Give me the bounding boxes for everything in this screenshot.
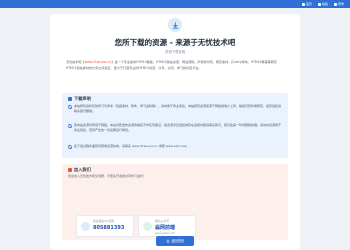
join-us-box: 加入我们 欢迎加入无忧技术吧交流群，与更多开发者共同学习进步！ 商业联系QQ号码… (62, 164, 288, 240)
user-icon (333, 2, 337, 6)
check-circle-icon (68, 104, 72, 109)
intro-site-link[interactable]: www.51wuyou.cc (85, 60, 112, 64)
notice-item-text: 本站所有资料仅供学习与参考（包括素材、软件、学习资料等），请勿用于商业用途。本站… (74, 104, 282, 114)
nav-item-templates[interactable]: 模板 (317, 1, 328, 6)
contact-label: 商业联系QQ号码 (93, 219, 115, 223)
nav-item-login[interactable]: 登录 (333, 1, 344, 6)
back-home-button[interactable]: 返回首页 (156, 236, 194, 246)
download-icon (168, 18, 182, 32)
grid-icon (317, 2, 321, 6)
info-icon (68, 96, 72, 101)
join-heading: 加入我们 (74, 167, 91, 172)
nav-label-templates: 模板 (321, 1, 328, 6)
page-subtitle: 资源下载说明 (164, 50, 186, 54)
contact-label: 微信公众号 (155, 219, 169, 223)
contact-card-qq[interactable]: 商业联系QQ号码 805881393 (76, 215, 134, 237)
site-intro: 无忧技术吧【www.51wuyou.cc】是一个专业提供HTML5模板、HTML… (66, 60, 284, 71)
qq-icon (81, 222, 90, 231)
nav-item-home[interactable]: 首页 (301, 1, 312, 6)
join-header: 加入我们 (68, 167, 91, 172)
join-description: 欢迎加入无忧技术吧交流群，与更多开发者共同学习进步！ (68, 174, 147, 178)
back-home-label: 返回首页 (171, 239, 185, 243)
check-circle-icon (68, 144, 72, 149)
check-circle-icon (68, 123, 72, 128)
notice-item: 如下载过程中遇到问题或资源失效，请联系 www.51wuyou.cc 或者 ww… (68, 144, 282, 149)
nav-label-login: 登录 (337, 1, 344, 6)
contact-sub: www.ypsbi.com (155, 231, 176, 235)
top-navigation-bar: 首页 模板 登录 (0, 0, 350, 8)
contact-card-wechat[interactable]: 微信公众号 扁网前端 www.ypsbi.com (138, 215, 196, 237)
home-icon (166, 239, 170, 243)
page-title: 您所下载的资源 - 来源于无忧技术吧 (114, 38, 236, 47)
users-icon (68, 167, 72, 172)
download-notice-card: 您所下载的资源 - 来源于无忧技术吧 资源下载说明 无忧技术吧【www.51wu… (50, 14, 300, 250)
intro-prefix: 无忧技术吧【 (66, 60, 85, 64)
home-icon (301, 2, 305, 6)
wechat-icon (143, 222, 152, 231)
notice-item: 本站所有资料仅供学习与参考（包括素材、软件、学习资料等），请勿用于商业用途。本站… (68, 104, 282, 114)
notice-item-text: 如下载过程中遇到问题或资源失效，请联系 www.51wuyou.cc 或者 ww… (74, 144, 189, 148)
contact-value: 805881393 (93, 225, 125, 231)
notice-header: 下载声明 (68, 96, 91, 101)
download-statement-box: 下载声明 本站所有资料仅供学习与参考（包括素材、软件、学习资料等），请勿用于商业… (62, 93, 288, 158)
contact-value: 扁网前端 (155, 225, 176, 231)
notice-heading: 下载声明 (74, 96, 91, 101)
notice-item-text: 因本站资源均转载于网络，本站对所发布资源的版权不作任何保证，如资源涉及侵权或存在… (74, 123, 282, 133)
notice-item: 因本站资源均转载于网络，本站对所发布资源的版权不作任何保证，如资源涉及侵权或存在… (68, 123, 282, 133)
nav-label-home: 首页 (305, 1, 312, 6)
